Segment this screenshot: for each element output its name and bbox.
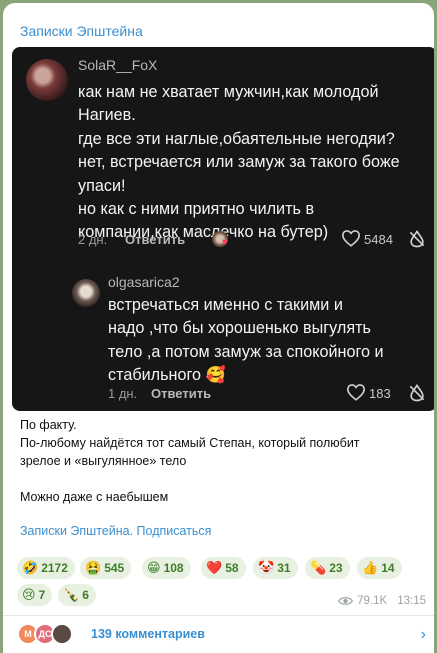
dislike-icon: [409, 383, 425, 402]
like-count: 183: [369, 386, 391, 401]
heart-icon: ♥: [222, 237, 228, 248]
reaction-count: 23: [329, 561, 343, 575]
post-text-line: Можно даже с наебышем: [20, 490, 169, 504]
comment-username: olgasarica2: [108, 274, 180, 290]
chevron-right-icon: ›: [420, 626, 426, 643]
like-count: 5484: [364, 232, 393, 247]
channel-name[interactable]: Записки Эпштейна: [20, 23, 143, 39]
eye-icon: [338, 597, 354, 605]
reaction-count: 108: [163, 561, 184, 575]
reaction-grin[interactable]: 😁 108: [142, 557, 191, 579]
channel-post: Записки Эпштейна SolaR__FoX как нам не х…: [3, 3, 434, 653]
reaction-count: 6: [82, 588, 89, 602]
commenter-avatar: [26, 59, 68, 101]
comments-button[interactable]: М ДС 139 комментариев ›: [3, 616, 434, 653]
comment-text: встречаться именно с такими и надо ,что …: [108, 296, 384, 385]
post-meta: 79.1K 13:15: [338, 595, 426, 607]
pill-icon: 💊: [310, 560, 327, 575]
grin-icon: 😁: [147, 560, 161, 575]
view-count: 79.1K: [357, 595, 388, 607]
commenter-avatar: [72, 279, 100, 307]
comment-avatar: [51, 623, 73, 645]
comment-text: как нам не хватает мужчин,как молодой На…: [78, 83, 400, 242]
reaction-thumbsup[interactable]: 👍 14: [357, 557, 402, 579]
reply-link: Ответить: [125, 232, 186, 247]
reaction-count: 14: [381, 561, 395, 575]
thumbs-up-icon: 👍: [362, 560, 379, 575]
reaction-pill[interactable]: 💊 23: [305, 557, 350, 579]
comment-time: 2 дн.: [78, 232, 108, 247]
dislike-icon: [409, 229, 425, 248]
reaction-count: 58: [225, 561, 239, 575]
rofl-icon: 🤣: [22, 560, 39, 575]
reaction-heart[interactable]: ❤️ 58: [201, 557, 246, 579]
reaction-champagne[interactable]: 🍾 6: [58, 584, 96, 606]
comment-screenshot: SolaR__FoX как нам не хватает мужчин,как…: [12, 47, 434, 411]
reaction-rofl[interactable]: 🤣 2172: [17, 557, 75, 579]
vomit-icon: 🤮: [85, 560, 102, 575]
subscribe-link[interactable]: Записки Эпштейна. Подписаться: [20, 524, 211, 538]
like-icon: [341, 230, 361, 247]
post-time: 13:15: [397, 595, 426, 607]
reaction-cry[interactable]: 😢 7: [17, 584, 53, 606]
post-text-line: По факту.: [20, 418, 77, 432]
reaction-count: 545: [104, 561, 125, 575]
clown-icon: 🤡: [258, 560, 275, 575]
reaction-count: 31: [277, 561, 291, 575]
reaction-clown[interactable]: 🤡 31: [253, 557, 298, 579]
reaction-count: 2172: [41, 561, 68, 575]
comments-label: 139 комментариев: [91, 627, 205, 641]
post-text-line: зрелое и «выгулянное» тело: [20, 454, 187, 468]
post-text-line: По-любому найдётся тот самый Степан, кот…: [20, 436, 360, 450]
comment-username: SolaR__FoX: [78, 57, 158, 73]
reply-link: Ответить: [151, 386, 212, 401]
reaction-vomit[interactable]: 🤮 545: [80, 557, 132, 579]
heart-icon: ❤️: [206, 560, 223, 575]
champagne-icon: 🍾: [63, 587, 80, 602]
cry-icon: 😢: [22, 587, 36, 602]
reaction-count: 7: [38, 588, 46, 602]
comment-time: 1 дн.: [108, 386, 138, 401]
like-icon: [346, 384, 366, 401]
